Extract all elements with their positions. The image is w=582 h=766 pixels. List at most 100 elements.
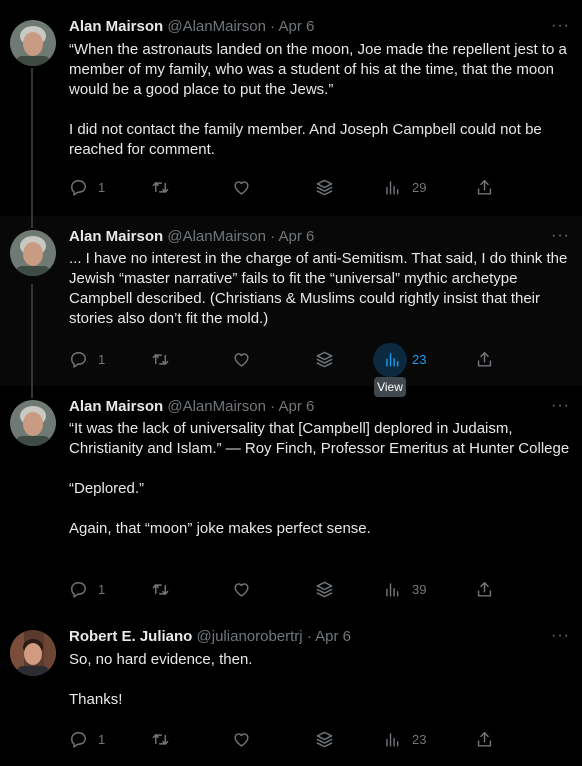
share-button[interactable] xyxy=(475,350,494,369)
stack-button[interactable] xyxy=(315,350,334,369)
author-handle[interactable]: @AlanMairson xyxy=(167,398,266,415)
reply-icon xyxy=(71,582,86,598)
share-button[interactable] xyxy=(475,580,494,599)
views-button[interactable]: 23 xyxy=(383,350,426,369)
author-name[interactable]: Robert E. Juliano xyxy=(69,628,192,645)
thread-line xyxy=(31,386,33,398)
stack-button[interactable] xyxy=(315,178,334,197)
share-button[interactable] xyxy=(475,178,494,197)
separator: · xyxy=(270,18,276,35)
tweet-actions: 1 39 xyxy=(69,580,509,600)
tweet-date[interactable]: Apr 6 xyxy=(278,398,314,415)
author-name[interactable]: Alan Mairson xyxy=(69,398,163,415)
views-icon xyxy=(386,181,399,195)
tweet-paragraph: “It was the lack of universality that [C… xyxy=(69,420,570,457)
more-options-button[interactable]: ··· xyxy=(551,397,570,415)
avatar[interactable] xyxy=(10,230,56,276)
tweet[interactable]: Alan Mairson @AlanMairson · Apr 6 ··· “W… xyxy=(0,0,582,216)
tweet-text: ... I have no interest in the charge of … xyxy=(69,249,574,329)
retweet-icon xyxy=(152,734,169,745)
views-count: 23 xyxy=(412,732,427,747)
tweet[interactable]: Alan Mairson @AlanMairson · Apr 6 ··· “I… xyxy=(0,386,582,616)
share-button[interactable] xyxy=(475,730,494,749)
author-handle[interactable]: @julianorobertrj xyxy=(197,628,303,645)
avatar[interactable] xyxy=(10,400,56,446)
views-button[interactable]: 29 xyxy=(383,178,426,197)
author-handle[interactable]: @AlanMairson xyxy=(167,18,266,35)
views-button[interactable]: 23 xyxy=(383,730,426,749)
separator: · xyxy=(270,228,276,245)
retweet-icon xyxy=(152,354,169,365)
like-button[interactable] xyxy=(232,730,251,749)
tweet-header: Alan Mairson @AlanMairson · Apr 6 xyxy=(69,397,542,417)
tweet-paragraph: “When the astronauts landed on the moon,… xyxy=(69,41,567,98)
reply-button[interactable]: 1 xyxy=(69,178,105,197)
tweet-header: Alan Mairson @AlanMairson · Apr 6 xyxy=(69,17,542,37)
avatar[interactable] xyxy=(10,20,56,66)
like-icon xyxy=(234,353,249,367)
tweet-paragraph: I did not contact the family member. And… xyxy=(69,121,542,158)
more-options-button[interactable]: ··· xyxy=(551,17,570,35)
tweet-date[interactable]: Apr 6 xyxy=(278,228,314,245)
tweet[interactable]: Robert E. Juliano @julianorobertrj · Apr… xyxy=(0,616,582,766)
reply-button[interactable]: 1 xyxy=(69,730,105,749)
views-icon xyxy=(386,733,399,747)
retweet-button[interactable] xyxy=(151,178,170,197)
tweet-text: “When the astronauts landed on the moon,… xyxy=(69,40,574,160)
like-button[interactable] xyxy=(232,178,251,197)
views-button[interactable]: 39 xyxy=(383,580,426,599)
thread-line xyxy=(31,68,33,216)
retweet-button[interactable] xyxy=(151,350,170,369)
reply-count: 1 xyxy=(98,732,106,747)
author-name[interactable]: Alan Mairson xyxy=(69,228,163,245)
like-button[interactable] xyxy=(232,350,251,369)
reply-button[interactable]: 1 xyxy=(69,350,105,369)
share-icon xyxy=(477,352,492,367)
views-count: 29 xyxy=(412,180,427,195)
more-options-button[interactable]: ··· xyxy=(551,227,570,245)
tweet-header: Alan Mairson @AlanMairson · Apr 6 xyxy=(69,227,542,247)
tweet-text: So, no hard evidence, then. Thanks! xyxy=(69,650,574,710)
retweet-button[interactable] xyxy=(151,730,170,749)
stack-icon xyxy=(316,731,333,748)
retweet-button[interactable] xyxy=(151,580,170,599)
like-icon xyxy=(234,181,249,195)
separator: · xyxy=(270,398,276,415)
reply-icon xyxy=(71,732,86,748)
views-icon xyxy=(386,353,399,367)
like-button[interactable] xyxy=(232,580,251,599)
tweet-date[interactable]: Apr 6 xyxy=(278,18,314,35)
avatar[interactable] xyxy=(10,630,56,676)
tweet-paragraph: Again, that “moon” joke makes perfect se… xyxy=(69,520,371,537)
thread-line xyxy=(31,216,33,228)
stack-icon xyxy=(316,581,333,598)
stack-icon xyxy=(316,351,333,368)
stack-button[interactable] xyxy=(315,580,334,599)
tweet-actions: 1 29 xyxy=(69,178,509,198)
like-icon xyxy=(234,583,249,597)
tweet-paragraph: ... I have no interest in the charge of … xyxy=(69,250,568,327)
tweet-date[interactable]: Apr 6 xyxy=(315,628,351,645)
more-options-button[interactable]: ··· xyxy=(551,627,570,645)
share-icon xyxy=(477,732,492,747)
views-count: 23 xyxy=(412,352,427,367)
like-icon xyxy=(234,733,249,747)
tweet-header: Robert E. Juliano @julianorobertrj · Apr… xyxy=(69,627,542,647)
reply-count: 1 xyxy=(98,352,106,367)
tweet-paragraph: So, no hard evidence, then. xyxy=(69,651,253,668)
share-icon xyxy=(477,180,492,195)
tweet-paragraph: Thanks! xyxy=(69,691,123,708)
tweet-actions: 1 23 xyxy=(69,350,509,370)
stack-button[interactable] xyxy=(315,730,334,749)
author-handle[interactable]: @AlanMairson xyxy=(167,228,266,245)
reply-button[interactable]: 1 xyxy=(69,580,105,599)
share-icon xyxy=(477,582,492,597)
views-tooltip: View xyxy=(374,377,406,397)
author-name[interactable]: Alan Mairson xyxy=(69,18,163,35)
tweet[interactable]: Alan Mairson @AlanMairson · Apr 6 ··· ..… xyxy=(0,216,582,386)
stack-icon xyxy=(316,179,333,196)
reply-icon xyxy=(71,352,86,368)
thread-line xyxy=(31,284,33,386)
reply-icon xyxy=(71,180,86,196)
separator: · xyxy=(306,628,312,645)
